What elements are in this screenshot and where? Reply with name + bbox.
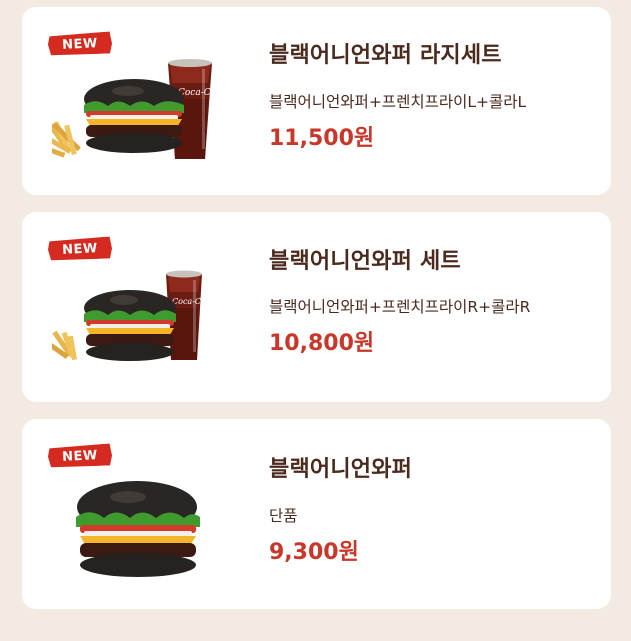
burger-icon bbox=[76, 481, 200, 577]
menu-item-card[interactable]: NEW 블랙어니언와퍼 단품 9,300원 bbox=[22, 419, 611, 609]
fries-icon bbox=[52, 330, 78, 361]
product-name: 블랙어니언와퍼 bbox=[269, 457, 413, 482]
cola-logo: Coca-Cola bbox=[172, 297, 213, 306]
menu-list: NEW Coca-Cola 블랙어니언와퍼 라지세트 블랙어니언와퍼+프렌치프라… bbox=[0, 0, 631, 641]
product-description: 블랙어니언와퍼+프렌치프라이L+콜라L bbox=[269, 93, 527, 111]
new-badge: NEW bbox=[47, 31, 112, 56]
product-description: 블랙어니언와퍼+프렌치프라이R+콜라R bbox=[269, 298, 531, 316]
menu-item-card[interactable]: NEW Coca-Cola bbox=[22, 7, 611, 195]
product-name: 블랙어니언와퍼 라지세트 bbox=[269, 43, 502, 68]
burger-set-image: Coca-Cola bbox=[52, 270, 213, 361]
burger-icon bbox=[84, 79, 184, 153]
product-name: 블랙어니언와퍼 세트 bbox=[269, 249, 461, 274]
product-description: 단품 bbox=[269, 507, 298, 525]
new-badge: NEW bbox=[47, 236, 112, 261]
fries-icon bbox=[52, 118, 81, 158]
product-price: 10,800원 bbox=[269, 331, 375, 356]
cola-logo: Coca-Cola bbox=[178, 88, 224, 98]
product-price: 9,300원 bbox=[269, 540, 359, 565]
burger-single-image bbox=[76, 481, 200, 577]
product-price: 11,500원 bbox=[269, 126, 375, 151]
menu-item-card[interactable]: NEW Coca-Cola bbox=[22, 212, 611, 402]
burger-set-image: Coca-Cola bbox=[52, 59, 224, 159]
new-badge: NEW bbox=[47, 443, 112, 468]
burger-icon bbox=[84, 290, 176, 361]
